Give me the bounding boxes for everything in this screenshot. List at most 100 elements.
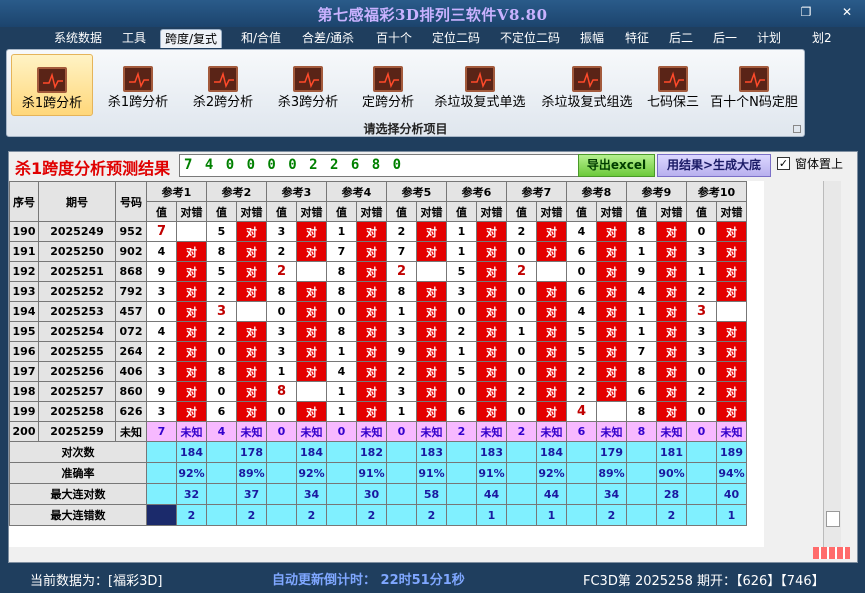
cell-check: 对 (536, 401, 567, 422)
row-index: 192 (9, 261, 39, 282)
table-row: 196 2025255 264 2 对 0 对 3 对 1 对 9 对 1 对 0 对 5 对 7 对 3 对 (9, 341, 747, 362)
cell-value: 1 (386, 401, 417, 422)
title-bar[interactable]: 第七感福彩3D排列三软件V8.80 ❐ ✕ (0, 0, 865, 27)
ribbon-junk-group[interactable]: 杀垃圾复式组选 (537, 54, 637, 116)
stat-blank (506, 504, 537, 526)
stat-blank (446, 504, 477, 526)
col-index: 序号 (9, 181, 39, 222)
row-index: 196 (9, 341, 39, 362)
cell-check: 对 (476, 281, 507, 302)
cell-check: 对 (656, 281, 687, 302)
ribbon-kill1-span-active[interactable]: 杀1跨分析 (11, 54, 93, 116)
stat-blank (206, 504, 237, 526)
cell-check: 对 (356, 281, 387, 302)
cell-check: 对 (476, 241, 507, 262)
menu-amplitude[interactable]: 振幅 (576, 29, 608, 48)
col-check: 对错 (356, 201, 387, 222)
topmost-label: 窗体置上 (795, 157, 844, 171)
stat-blank (446, 441, 477, 463)
cell-value: 2 (566, 381, 597, 402)
cell-value: 2 (266, 241, 297, 262)
stat-value: 1 (716, 504, 747, 526)
stat-blank (386, 462, 417, 484)
cell-value: 1 (266, 361, 297, 382)
row-number: 902 (115, 241, 147, 262)
cell-check: 对 (716, 241, 747, 262)
cell-value: 7 (146, 221, 177, 242)
menu-last-two[interactable]: 后二 (665, 29, 697, 48)
menu-diff-kill[interactable]: 合差/通杀 (298, 29, 358, 48)
cell-check: 对 (536, 381, 567, 402)
ribbon-fixed-span[interactable]: 定跨分析 (357, 54, 419, 116)
result-field[interactable]: 7 4 0 0 0 0 2 2 6 8 0 (179, 154, 581, 177)
stat-blank (206, 483, 237, 505)
stat-blank (386, 441, 417, 463)
cell-value: 2 (206, 281, 237, 302)
stat-value: 34 (596, 483, 627, 505)
cell-value: 4 (566, 301, 597, 322)
cell-value: 0 (686, 361, 717, 382)
stat-blank (506, 441, 537, 463)
row-period: 2025252 (38, 281, 116, 302)
col-group: 参考8 (566, 181, 627, 202)
menu-features[interactable]: 特征 (621, 29, 653, 48)
stat-row: 最大连对数 32 37 34 30 58 44 44 34 28 40 (9, 483, 747, 505)
row-period: 2025249 (38, 221, 116, 242)
menu-unfixed-two[interactable]: 不定位二码 (496, 29, 564, 48)
ribbon-kill2-span[interactable]: 杀2跨分析 (188, 54, 258, 116)
cell-check: 对 (236, 341, 267, 362)
ribbon-kill3-span[interactable]: 杀3跨分析 (273, 54, 343, 116)
menu-sum[interactable]: 和/合值 (237, 29, 285, 48)
cell-check: 对 (536, 281, 567, 302)
cell-value: 3 (146, 281, 177, 302)
menu-plan[interactable]: 计划 (753, 29, 785, 48)
menu-plan-2[interactable]: 划2 (808, 29, 836, 48)
topmost-checkbox[interactable]: ✓ (777, 157, 790, 170)
chart-icon (123, 66, 153, 92)
export-excel-button[interactable]: 导出excel (578, 154, 655, 177)
stat-label: 最大连错数 (9, 504, 147, 526)
cell-value: 2 (446, 421, 477, 442)
status-current-data: 当前数据为：[福彩3D] (30, 574, 163, 589)
generate-base-button[interactable]: 用结果>生成大底 (657, 154, 771, 177)
menu-fixed-two[interactable]: 定位二码 (428, 29, 484, 48)
row-period: 2025257 (38, 381, 116, 402)
dialog-launcher-icon[interactable] (793, 125, 801, 133)
cell-check: 对 (296, 241, 327, 262)
cell-check (176, 221, 207, 242)
cell-check: 对 (416, 401, 447, 422)
menu-last-one[interactable]: 后一 (709, 29, 741, 48)
stat-blank (266, 483, 297, 505)
menu-position-digits[interactable]: 百十个 (372, 29, 416, 48)
cell-value: 1 (386, 301, 417, 322)
menu-tools[interactable]: 工具 (118, 29, 150, 48)
cell-value: 7 (326, 241, 357, 262)
col-period: 期号 (38, 181, 116, 222)
menu-span-compound[interactable]: 跨度/复式 (160, 29, 223, 48)
stat-blank (326, 483, 357, 505)
col-value: 值 (506, 201, 537, 222)
cell-value: 0 (266, 301, 297, 322)
ribbon-seven-code[interactable]: 七码保三 (643, 54, 703, 116)
cell-value: 0 (326, 421, 357, 442)
vertical-scrollbar[interactable] (823, 181, 841, 547)
cell-check: 对 (716, 381, 747, 402)
restore-icon[interactable]: ❐ (797, 4, 815, 20)
ribbon-kill1-span[interactable]: 杀1跨分析 (103, 54, 173, 116)
chart-icon (658, 66, 688, 92)
cell-value: 1 (446, 241, 477, 262)
menu-system-data[interactable]: 系统数据 (50, 29, 106, 48)
row-index: 197 (9, 361, 39, 382)
ribbon-n-code[interactable]: 百十个N码定胆 (707, 54, 801, 116)
cell-value: 2 (506, 221, 537, 242)
close-icon[interactable]: ✕ (838, 4, 856, 20)
ribbon-junk-single[interactable]: 杀垃圾复式单选 (430, 54, 530, 116)
col-value: 值 (686, 201, 717, 222)
cell-check: 对 (236, 261, 267, 282)
scrollbar-thumb[interactable] (826, 511, 840, 527)
cell-check: 对 (356, 241, 387, 262)
stat-blank (566, 462, 597, 484)
stat-value: 89% (236, 462, 267, 484)
cell-value: 8 (326, 261, 357, 282)
cell-value: 2 (506, 421, 537, 442)
